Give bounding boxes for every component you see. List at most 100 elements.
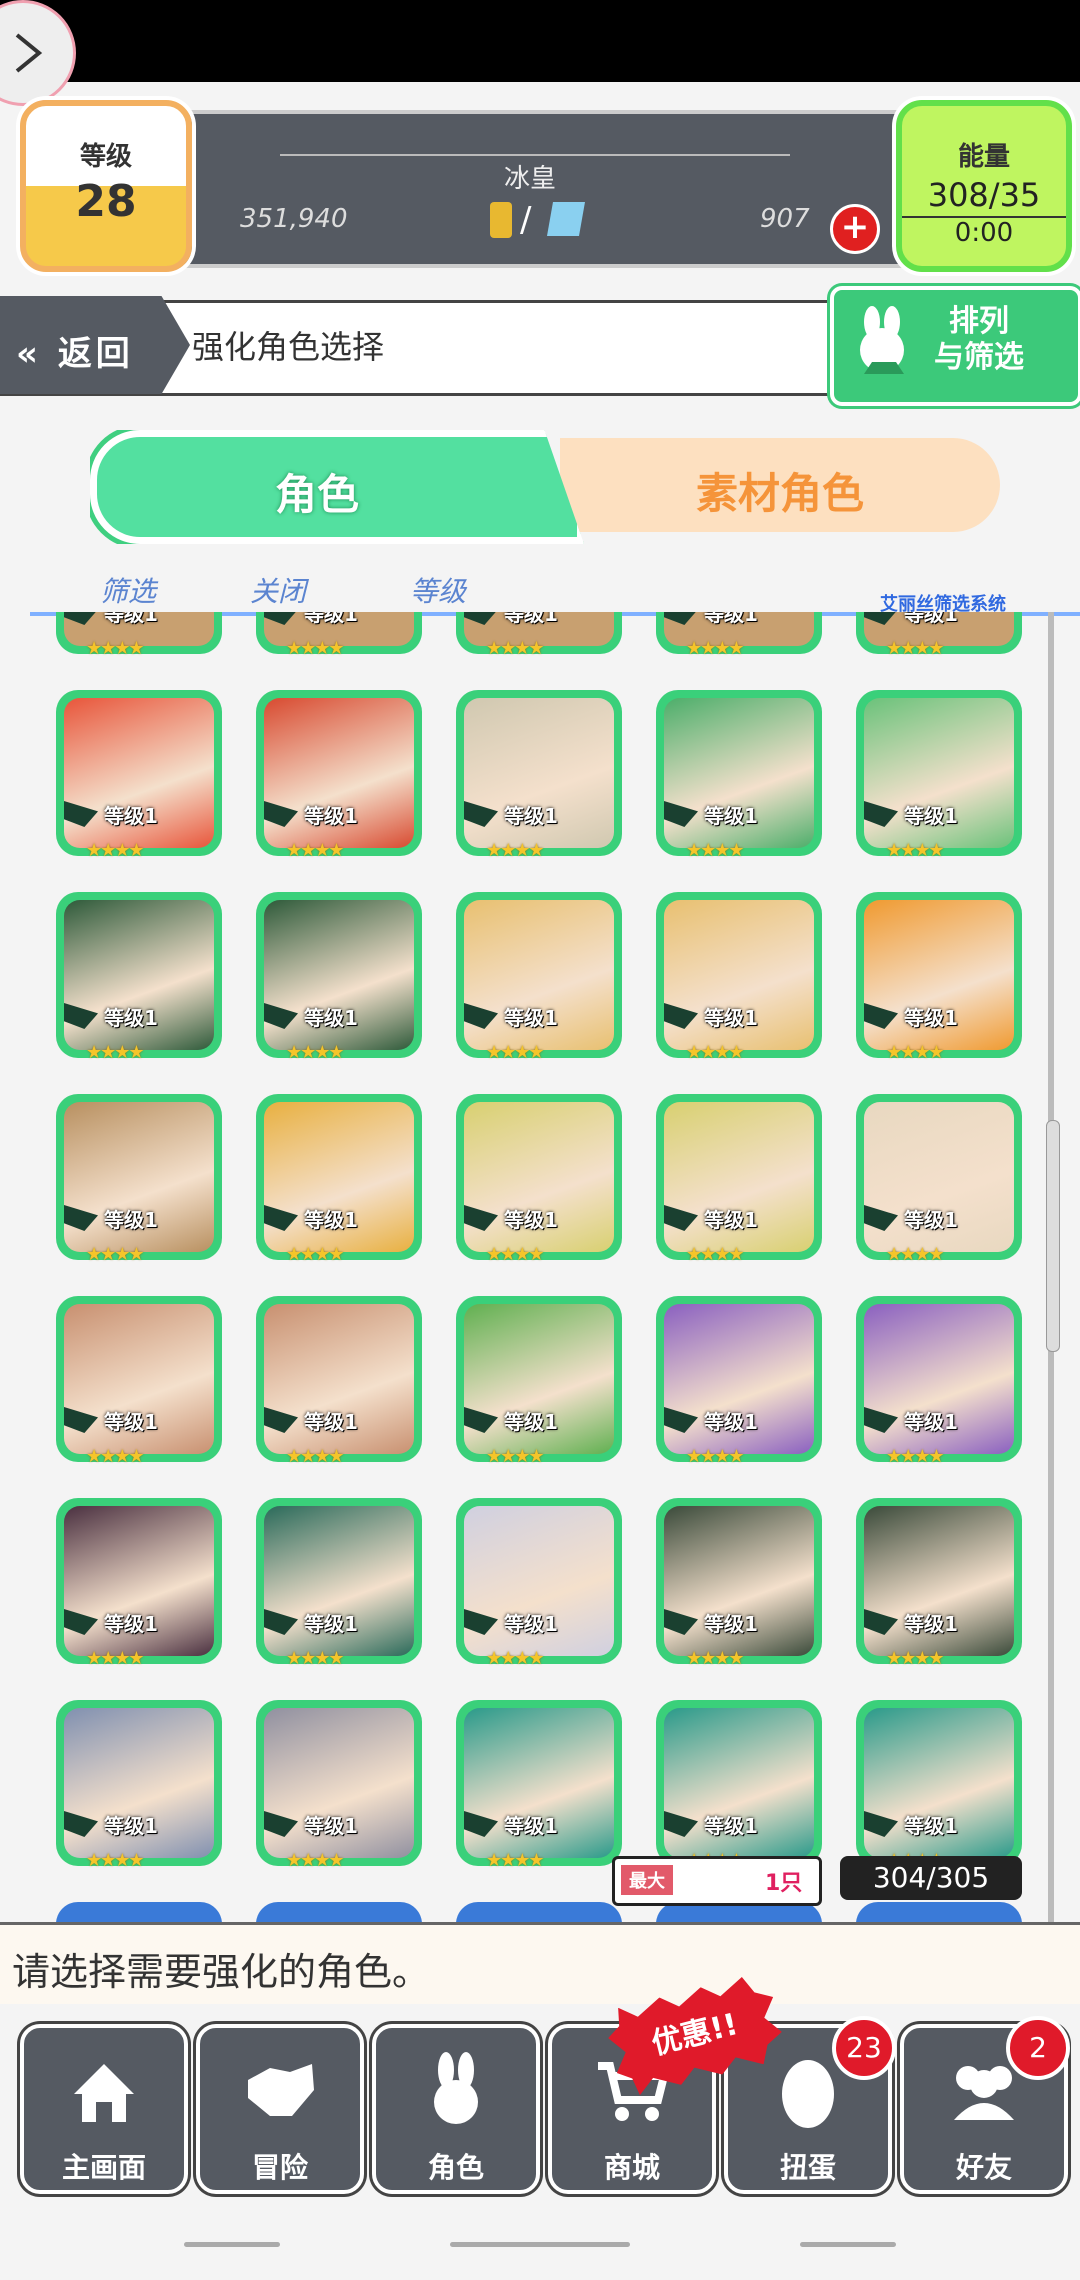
home-icon [74, 2064, 134, 2122]
character-card[interactable]: 等级1★★★★ [56, 892, 222, 1063]
character-card[interactable]: 等级1★★★★ [656, 1296, 822, 1467]
character-card[interactable]: 等级1★★★★ [56, 1296, 222, 1467]
character-card[interactable]: 等级1★★★★ [56, 1700, 222, 1871]
character-card[interactable]: 等级1★★★★ [456, 612, 622, 659]
character-card[interactable]: 等级1★★★★ [656, 1700, 822, 1871]
card-level-text: 等级1 [704, 1611, 758, 1636]
card-level-text: 等级1 [104, 803, 158, 828]
currency-separator: / [520, 200, 532, 240]
character-card[interactable]: 等级1★★★★ [456, 1498, 622, 1669]
character-card[interactable]: 等级1★★★★ [256, 1094, 422, 1265]
character-card[interactable]: 等级1★★★★ [856, 1700, 1022, 1871]
character-card[interactable]: 等级1★★★★ [456, 1094, 622, 1265]
character-card[interactable]: 等级1★★★★ [56, 1094, 222, 1265]
character-card[interactable]: 等级1★★★★ [256, 892, 422, 1063]
return-button[interactable]: « 返回 [0, 296, 190, 394]
tab-characters[interactable]: 角色 [90, 430, 584, 544]
filter-label[interactable]: 筛选 [100, 570, 156, 610]
rank-icon [664, 612, 698, 625]
filter-close-label[interactable]: 关闭 [250, 570, 306, 610]
rank-icon [864, 1609, 898, 1635]
character-card[interactable]: 等级1★★★★ [856, 1498, 1022, 1669]
character-card[interactable]: 等级1★★★★ [856, 690, 1022, 861]
character-card[interactable] [256, 1902, 422, 1922]
card-stars: ★★★★ [886, 1446, 945, 1467]
card-level-text: 等级1 [504, 1813, 558, 1838]
rank-icon [864, 1205, 898, 1231]
character-card[interactable] [456, 1902, 622, 1922]
rank-icon [264, 612, 298, 625]
card-level-text: 等级1 [704, 1813, 758, 1838]
rank-icon [264, 1205, 298, 1231]
nav-button-2[interactable]: 角色 [372, 2024, 540, 2194]
character-card[interactable]: 等级1★★★★ [256, 1498, 422, 1669]
character-card[interactable]: 等级1★★★★ [656, 612, 822, 659]
gem-icon [547, 202, 585, 236]
card-stars: ★★★★ [486, 1446, 545, 1467]
card-level: 等级1 [864, 798, 1014, 830]
card-level: 等级1 [64, 798, 214, 830]
character-card[interactable]: 等级1★★★★ [256, 612, 422, 659]
filter-level-label[interactable]: 等级 [410, 570, 466, 610]
rabbit-icon [434, 2052, 478, 2124]
coin-icon [490, 202, 512, 238]
card-stars: ★★★★ [886, 1648, 945, 1669]
character-card[interactable]: 等级1★★★★ [456, 690, 622, 861]
character-card[interactable]: 等级1★★★★ [256, 690, 422, 861]
card-level: 等级1 [864, 1404, 1014, 1436]
rank-icon [464, 1811, 498, 1837]
energy-panel[interactable]: 能量 308/35 0:00 [896, 100, 1072, 272]
nav-button-0[interactable]: 主画面 [20, 2024, 188, 2194]
character-card[interactable]: 等级1★★★★ [256, 1296, 422, 1467]
character-card[interactable]: 等级1★★★★ [656, 1498, 822, 1669]
card-stars: ★★★★ [686, 1042, 745, 1063]
card-level-text: 等级1 [704, 1207, 758, 1232]
tab-material-characters[interactable]: 素材角色 [560, 438, 1000, 532]
card-level: 等级1 [264, 1000, 414, 1032]
rank-icon [264, 1811, 298, 1837]
card-level-text: 等级1 [304, 1813, 358, 1838]
rank-icon [664, 1003, 698, 1029]
card-level-text: 等级1 [304, 1409, 358, 1434]
character-card[interactable]: 等级1★★★★ [56, 690, 222, 861]
character-card[interactable]: 等级1★★★★ [856, 612, 1022, 659]
card-level-text: 等级1 [504, 1005, 558, 1030]
character-card[interactable]: 等级1 ★★★★ [856, 1296, 1022, 1467]
system-status-bar [0, 0, 1080, 82]
max-select-badge: 最大 1只 [612, 1856, 822, 1906]
nav-button-label: 冒险 [251, 2151, 308, 2184]
character-card[interactable]: 等级1★★★★ [56, 1498, 222, 1669]
energy-label: 能量 [957, 142, 1010, 172]
character-card[interactable]: 等级1★★★★ [456, 1296, 622, 1467]
rank-icon [464, 1609, 498, 1635]
add-gems-button[interactable]: + [830, 204, 880, 254]
card-stars: ★★★★ [86, 1850, 145, 1871]
character-card[interactable]: 等级1★★★★ [656, 892, 822, 1063]
nav-button-label: 主画面 [61, 2151, 146, 2184]
character-card[interactable]: 等级1★★★★ [456, 892, 622, 1063]
character-card[interactable]: 等级1★★★★ [856, 1094, 1022, 1265]
card-level-text: 等级1 [904, 1409, 958, 1434]
character-card[interactable] [56, 1902, 222, 1922]
gesture-line-center[interactable] [450, 2242, 630, 2247]
message-bar: 请选择需要强化的角色。 [0, 1922, 1080, 2008]
character-card[interactable]: 等级1★★★★ [56, 612, 222, 659]
rank-icon [264, 1609, 298, 1635]
rank-icon [464, 1205, 498, 1231]
scrollbar-thumb[interactable] [1046, 1120, 1060, 1352]
character-card[interactable]: 等级1★★★★ [456, 1700, 622, 1871]
rank-icon [464, 612, 498, 625]
character-card[interactable]: 等级1★★★★ [256, 1700, 422, 1871]
character-card[interactable] [856, 1902, 1022, 1922]
character-card[interactable]: 等级1★★★★ [856, 892, 1022, 1063]
card-level-text: 等级1 [304, 1005, 358, 1030]
rank-icon [864, 1811, 898, 1837]
instruction-message: 请选择需要强化的角色。 [12, 1950, 431, 1994]
card-level-text: 等级1 [904, 1005, 958, 1030]
card-stars: ★★★★ [686, 840, 745, 861]
card-level: 等级1 [64, 1606, 214, 1638]
sort-filter-button[interactable]: 排列 与筛选 [830, 286, 1080, 406]
character-card[interactable]: 等级1★★★★ [656, 690, 822, 861]
character-card[interactable]: 等级1★★★★ [656, 1094, 822, 1265]
nav-button-1[interactable]: 冒险 [196, 2024, 364, 2194]
